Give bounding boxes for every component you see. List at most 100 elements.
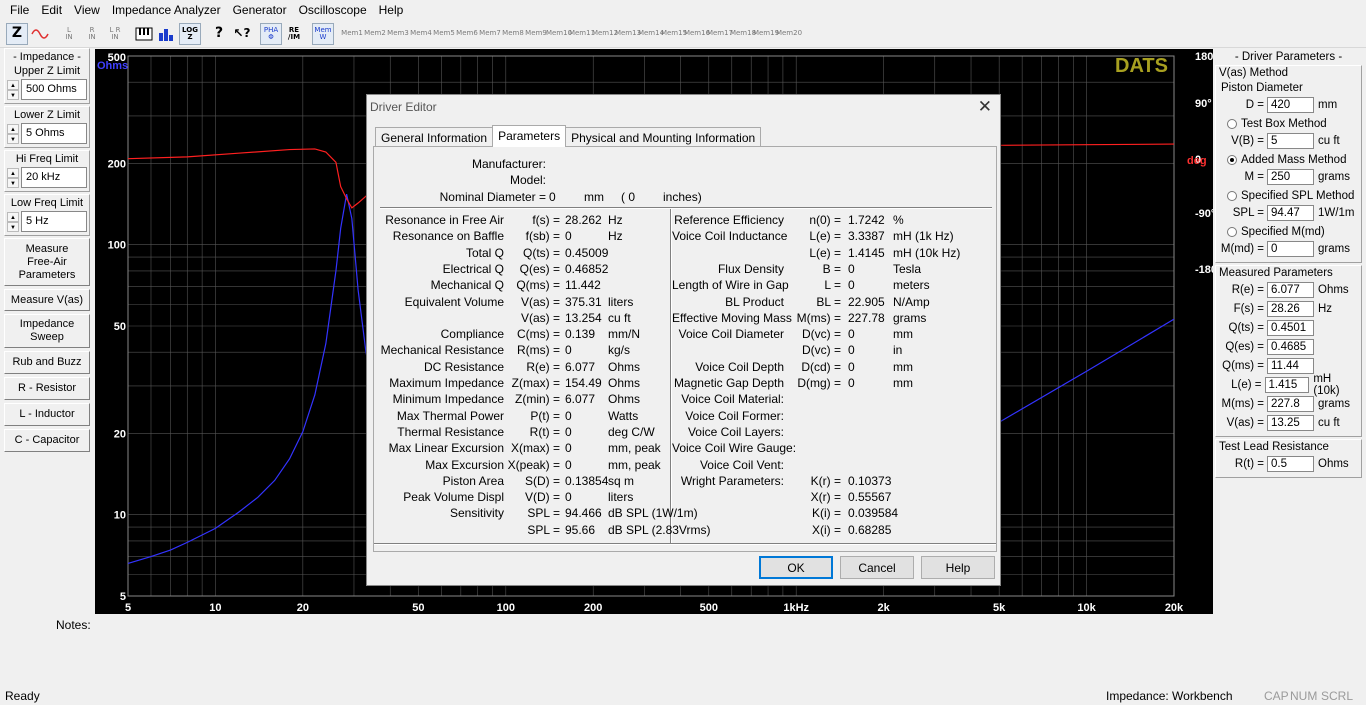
measure-free-air-button[interactable]: Measure Free-Air Parameters [4, 238, 90, 286]
rt-label: R(t) = [1234, 458, 1264, 470]
lr-in-button[interactable]: L R IN [104, 23, 126, 45]
hi-freq-input[interactable]: 20 kHz [21, 167, 87, 188]
added-mass-radio[interactable]: Added Mass Method [1219, 151, 1358, 168]
mem-slot-19-button[interactable]: Mem 19 [753, 23, 779, 45]
lower-z-spinner[interactable]: ▲ ▼ [7, 123, 19, 144]
menu-edit[interactable]: Edit [35, 3, 68, 17]
mem-slot-17-button[interactable]: Mem 17 [707, 23, 733, 45]
tab-physical-mounting[interactable]: Physical and Mounting Information [565, 127, 762, 147]
mem-slot-8-button[interactable]: Mem 8 [502, 23, 524, 45]
mem-slot-13-button[interactable]: Mem 13 [615, 23, 641, 45]
param-symbol: X(i) = [811, 522, 841, 537]
cancel-button[interactable]: Cancel [840, 556, 914, 579]
measured-value[interactable]: 6.077 [1267, 282, 1314, 298]
piston-diameter-input[interactable]: 420 [1267, 97, 1314, 113]
context-help-button[interactable]: ↖? [231, 23, 253, 45]
mmd-input[interactable]: 0 [1267, 241, 1314, 257]
lower-z-input[interactable]: 5 Ohms [21, 123, 87, 144]
spin-down-icon[interactable]: ▼ [7, 221, 19, 232]
mem-slot-number: 7 [496, 29, 501, 37]
spin-down-icon[interactable]: ▼ [7, 133, 19, 144]
impedance-mode-button[interactable]: Z [6, 22, 28, 45]
menu-impedance-analyzer[interactable]: Impedance Analyzer [106, 3, 227, 17]
spl-input[interactable]: 94.47 [1267, 205, 1314, 221]
help-button[interactable]: Help [921, 556, 995, 579]
param-label: Maximum Impedance [389, 376, 504, 390]
piano-icon [135, 27, 153, 40]
specified-mmd-radio[interactable]: Specified M(md) [1219, 223, 1358, 240]
impedance-sweep-button[interactable]: Impedance Sweep [4, 314, 90, 348]
added-mass-input[interactable]: 250 [1267, 169, 1314, 185]
specified-spl-radio[interactable]: Specified SPL Method [1219, 187, 1358, 204]
tab-parameters[interactable]: Parameters [492, 125, 567, 147]
mem-slot-16-button[interactable]: Mem 16 [684, 23, 710, 45]
y-tick-label: 100 [108, 240, 126, 252]
l-in-button[interactable]: L IN [58, 23, 80, 45]
spin-up-icon[interactable]: ▲ [7, 167, 19, 178]
mem-slot-10-button[interactable]: Mem 10 [546, 23, 572, 45]
mem-slot-15-button[interactable]: Mem 15 [661, 23, 687, 45]
low-freq-input[interactable]: 5 Hz [21, 211, 87, 232]
measured-value[interactable]: 1.415 [1264, 377, 1310, 393]
param-label: Equivalent Volume [404, 294, 504, 309]
phase-button[interactable]: PHA Φ [260, 22, 282, 45]
menu-help[interactable]: Help [373, 3, 410, 17]
y-tick-label: 50 [114, 321, 126, 333]
mem-slot-7-button[interactable]: Mem 7 [479, 23, 501, 45]
measured-value[interactable]: 0.4501 [1267, 320, 1314, 336]
re-im-button[interactable]: RE /IM [283, 23, 305, 45]
hi-freq-spinner[interactable]: ▲ ▼ [7, 167, 19, 188]
spin-down-icon[interactable]: ▼ [7, 89, 19, 100]
spin-up-icon[interactable]: ▲ [7, 123, 19, 134]
mem-slot-11-button[interactable]: Mem 11 [569, 23, 595, 45]
rub-and-buzz-button[interactable]: Rub and Buzz [4, 351, 90, 374]
measured-value[interactable]: 0.4685 [1267, 339, 1314, 355]
mem-slot-12-button[interactable]: Mem 12 [592, 23, 618, 45]
lead-resistance-input[interactable]: 0.5 [1267, 456, 1314, 472]
measure-vas-button[interactable]: Measure V(as) [4, 289, 90, 311]
inductor-button[interactable]: L - Inductor [4, 403, 90, 426]
upper-z-spinner[interactable]: ▲ ▼ [7, 79, 19, 100]
spin-down-icon[interactable]: ▼ [7, 177, 19, 188]
low-freq-spinner[interactable]: ▲ ▼ [7, 211, 19, 232]
close-icon[interactable]: ✕ [978, 97, 992, 117]
mem-slot-1-button[interactable]: Mem 1 [341, 23, 363, 45]
menu-oscilloscope[interactable]: Oscilloscope [293, 3, 373, 17]
measured-value[interactable]: 13.25 [1267, 415, 1314, 431]
test-box-radio[interactable]: Test Box Method [1219, 115, 1358, 132]
log-z-button[interactable]: LOG Z [179, 22, 201, 45]
r-in-button[interactable]: R IN [81, 23, 103, 45]
mem-slot-3-button[interactable]: Mem 3 [387, 23, 409, 45]
mem-slot-14-button[interactable]: Mem 14 [638, 23, 664, 45]
mem-slot-18-button[interactable]: Mem 18 [730, 23, 756, 45]
menu-view[interactable]: View [68, 3, 106, 17]
measured-value[interactable]: 11.44 [1267, 358, 1314, 374]
y-tick-label: 200 [108, 158, 126, 170]
generator-wave-button[interactable] [29, 23, 51, 45]
spin-up-icon[interactable]: ▲ [7, 211, 19, 222]
bars-button[interactable] [156, 23, 178, 45]
ok-button[interactable]: OK [759, 556, 833, 579]
help-button[interactable]: ? [208, 23, 230, 45]
measured-value[interactable]: 227.8 [1267, 396, 1314, 412]
mem-slot-4-button[interactable]: Mem 4 [410, 23, 432, 45]
spin-up-icon[interactable]: ▲ [7, 79, 19, 90]
menu-generator[interactable]: Generator [227, 3, 293, 17]
mem-write-button[interactable]: Mem W [312, 22, 334, 45]
param-value: 0.039584 [848, 506, 899, 521]
param-value: 0 [565, 408, 572, 423]
tab-general-information[interactable]: General Information [375, 127, 494, 147]
mem-slot-9-button[interactable]: Mem 9 [525, 23, 547, 45]
vb-input[interactable]: 5 [1267, 133, 1314, 149]
upper-z-input[interactable]: 500 Ohms [21, 79, 87, 100]
menu-file[interactable]: File [4, 3, 35, 17]
resistor-button[interactable]: R - Resistor [4, 377, 90, 400]
mem-slot-6-button[interactable]: Mem 6 [456, 23, 478, 45]
capacitor-button[interactable]: C - Capacitor [4, 429, 90, 452]
mem-slot-2-button[interactable]: Mem 2 [364, 23, 386, 45]
piano-button[interactable] [133, 23, 155, 45]
mem-slot-5-button[interactable]: Mem 5 [433, 23, 455, 45]
param-symbol: K(i) = [811, 506, 841, 521]
mem-slot-20-button[interactable]: Mem 20 [776, 23, 802, 45]
measured-value[interactable]: 28.26 [1267, 301, 1314, 317]
